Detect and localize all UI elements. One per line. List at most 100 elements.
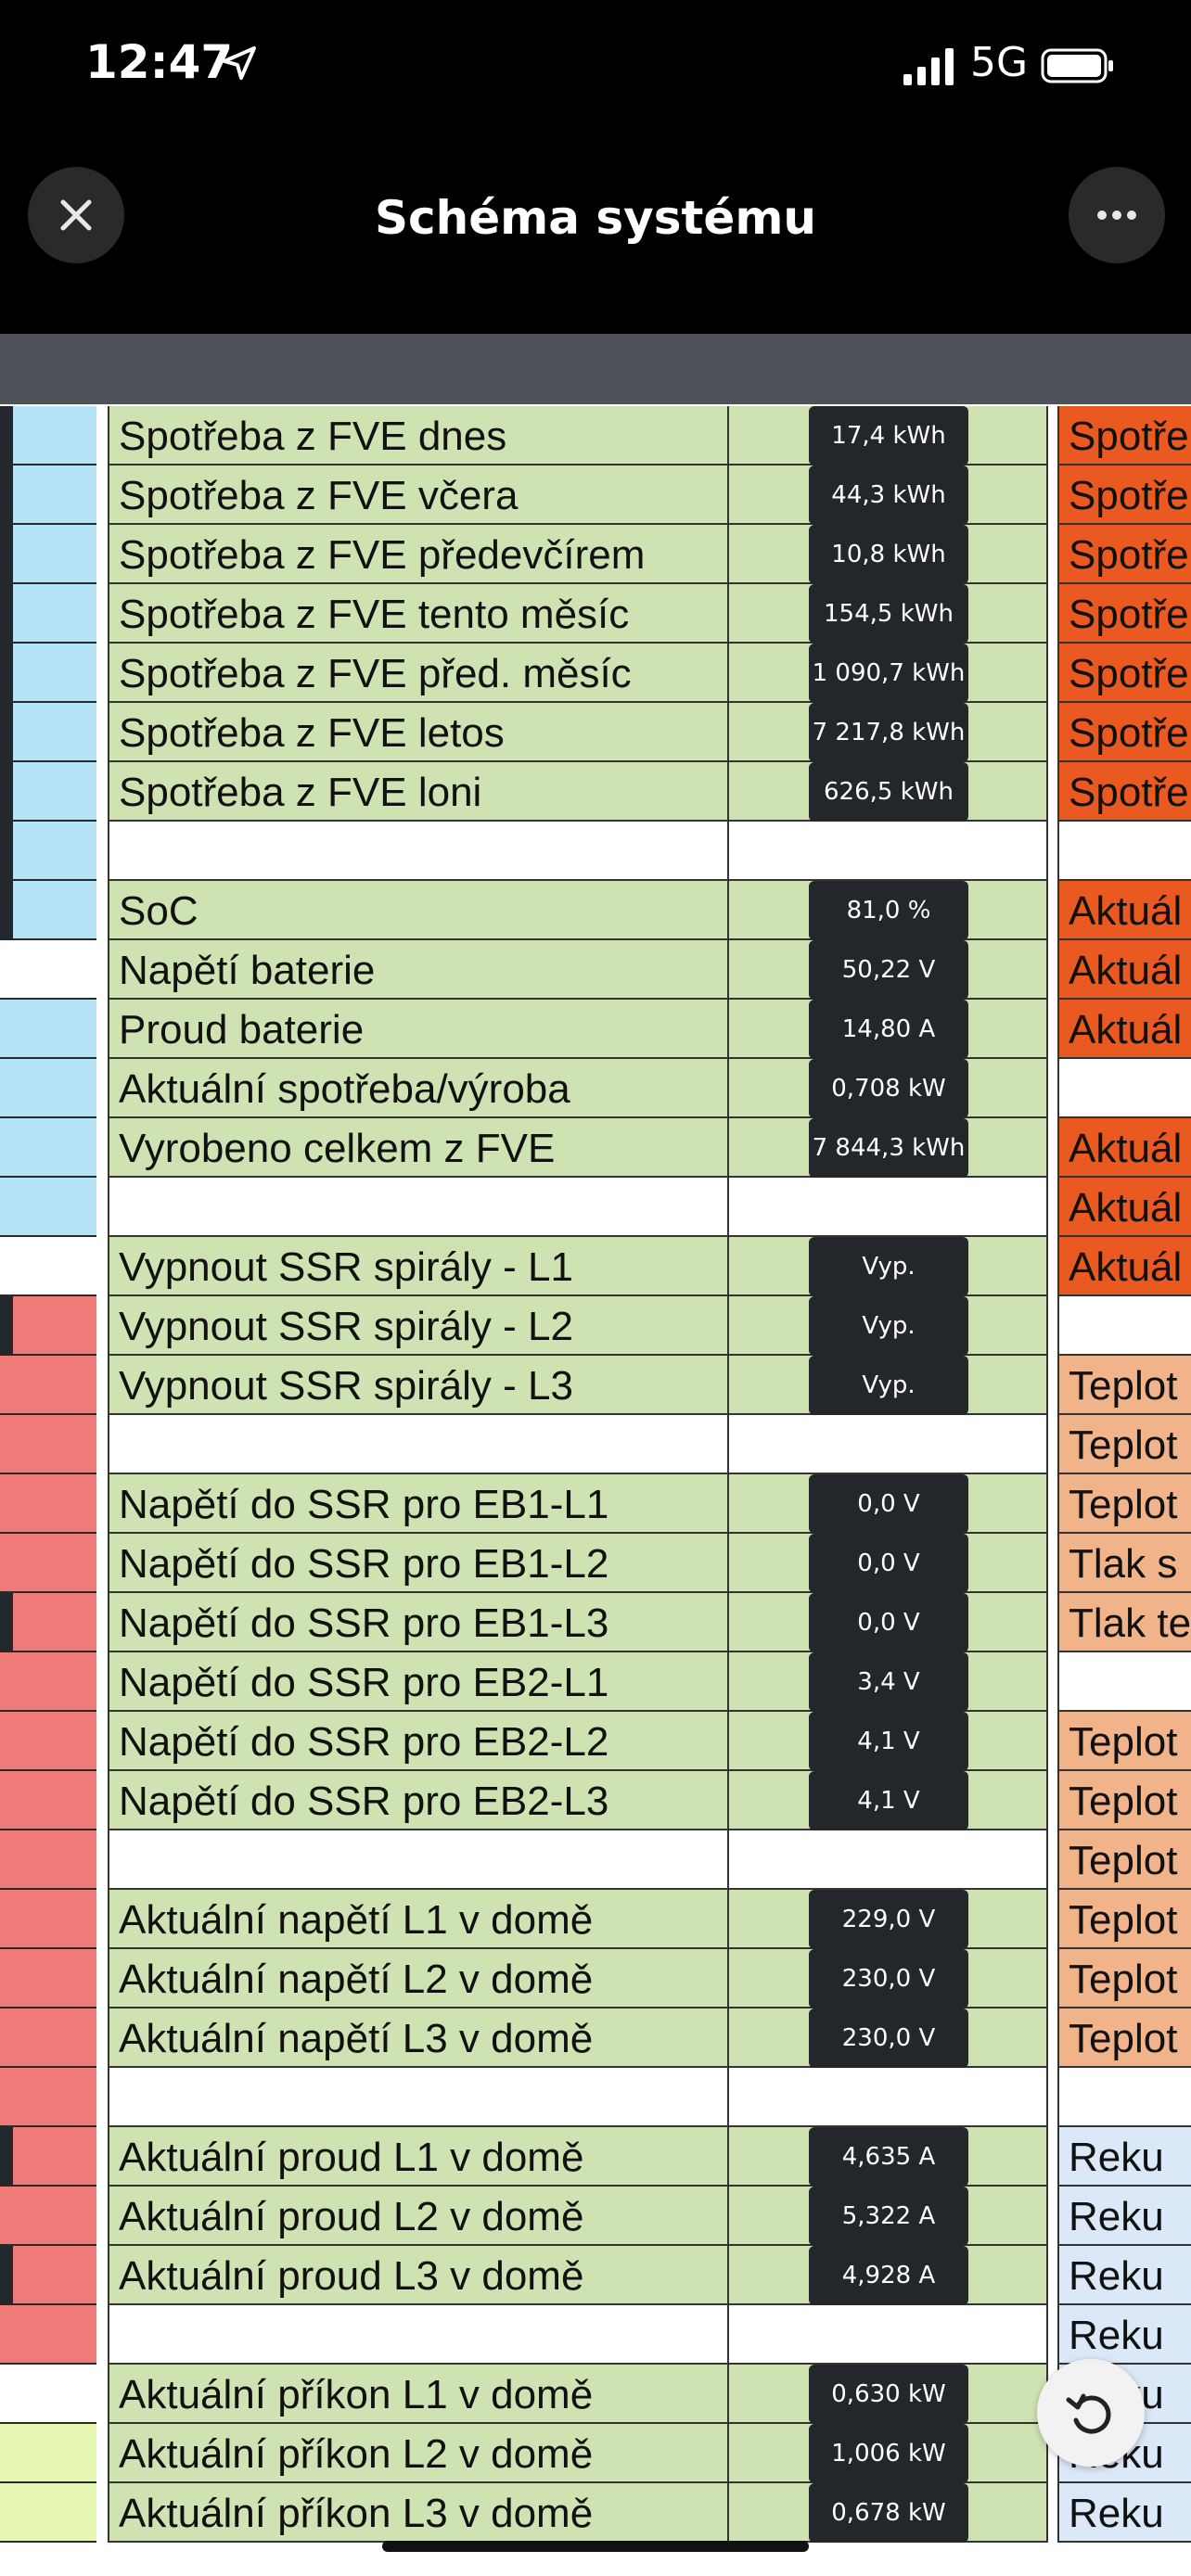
refresh-button[interactable]: [1037, 2359, 1145, 2467]
right-column-cell: Reku: [1057, 2305, 1191, 2365]
right-column-cell: [1057, 2068, 1191, 2127]
right-column-cell: Aktuál: [1057, 1178, 1191, 1237]
table-row: Napětí do SSR pro EB1-L1 0,0 V Teplot: [0, 1474, 1191, 1534]
value-pill[interactable]: 0,630 kW: [809, 2365, 968, 2424]
row-value-cell: [727, 822, 1048, 881]
value-pill[interactable]: 17,4 kWh: [809, 406, 968, 465]
value-pill[interactable]: 0,0 V: [809, 1474, 968, 1534]
row-value-cell: 4,635 A: [727, 2127, 1048, 2187]
value-pill[interactable]: Vyp.: [809, 1296, 968, 1356]
row-label-cell: Napětí baterie: [108, 940, 727, 1000]
viewer-toolbar-strip: [0, 334, 1191, 404]
row-value-cell: 17,4 kWh: [727, 406, 1048, 465]
left-color-cell: [0, 2127, 96, 2187]
value-pill[interactable]: 10,8 kWh: [809, 525, 968, 584]
table-row: Spotřeba z FVE předevčírem 10,8 kWh Spotře: [0, 525, 1191, 584]
right-column-label: Teplot: [1069, 1957, 1178, 2002]
value-pill[interactable]: 7 844,3 kWh: [809, 1118, 968, 1178]
right-column-cell: Teplot: [1057, 1415, 1191, 1474]
value-pill[interactable]: 4,1 V: [809, 1712, 968, 1771]
value-pill[interactable]: 81,0 %: [809, 881, 968, 940]
left-color-cell: [0, 1237, 96, 1296]
row-label-cell: Aktuální příkon L1 v domě: [108, 2365, 727, 2424]
row-label-cell: Spotřeba z FVE včera: [108, 465, 727, 525]
left-color-cell: [0, 1474, 96, 1534]
right-column-cell: Aktuál: [1057, 881, 1191, 940]
right-column-cell: Reku: [1057, 2127, 1191, 2187]
row-value-cell: 0,0 V: [727, 1474, 1048, 1534]
value-pill[interactable]: Vyp.: [809, 1356, 968, 1415]
value-pill[interactable]: 7 217,8 kWh: [809, 703, 968, 762]
table-row: SoC 81,0 % Aktuál: [0, 881, 1191, 940]
system-schema-table[interactable]: Spotřeba z FVE dnes 17,4 kWh Spotře Spotřeb…: [0, 404, 1191, 2576]
right-column-label: Tlak s: [1069, 1541, 1178, 1587]
row-label-cell: Napětí do SSR pro EB1-L3: [108, 1593, 727, 1652]
right-column-cell: Teplot: [1057, 1890, 1191, 1949]
value-pill[interactable]: 0,0 V: [809, 1593, 968, 1652]
table-row: Spotřeba z FVE před. měsíc 1 090,7 kWh Spo…: [0, 644, 1191, 703]
row-label-cell: Aktuální napětí L1 v domě: [108, 1890, 727, 1949]
value-pill[interactable]: 50,22 V: [809, 940, 968, 1000]
right-column-label: Spotře: [1069, 651, 1189, 696]
more-options-button[interactable]: [1069, 167, 1165, 263]
value-pill[interactable]: 1 090,7 kWh: [809, 644, 968, 703]
value-pill[interactable]: 44,3 kWh: [809, 465, 968, 525]
left-color-cell: [0, 1534, 96, 1593]
table-row: Aktuální napětí L1 v domě 229,0 V Teplot: [0, 1890, 1191, 1949]
network-type: 5G: [970, 39, 1029, 86]
value-pill[interactable]: 0,0 V: [809, 1534, 968, 1593]
refresh-icon: [1066, 2393, 1111, 2434]
right-column-label: Teplot: [1069, 1779, 1178, 1824]
value-pill[interactable]: 1,006 kW: [809, 2424, 968, 2483]
right-column-label: Reku: [1069, 2253, 1164, 2299]
row-label-cell: Proud baterie: [108, 1000, 727, 1059]
right-column-label: Spotře: [1069, 770, 1189, 815]
table-row: Napětí do SSR pro EB2-L2 4,1 V Teplot: [0, 1712, 1191, 1771]
left-color-cell: [0, 2305, 96, 2365]
value-pill[interactable]: 0,678 kW: [809, 2483, 968, 2543]
left-color-cell: [0, 406, 96, 465]
row-label: Aktuální spotřeba/výroba: [119, 1066, 570, 1112]
value-pill[interactable]: 626,5 kWh: [809, 762, 968, 822]
row-label-cell: Napětí do SSR pro EB2-L1: [108, 1652, 727, 1712]
left-color-cell: [0, 2187, 96, 2246]
row-value-cell: [727, 1830, 1048, 1890]
table-row: Teplot: [0, 1415, 1191, 1474]
left-color-cell: [0, 465, 96, 525]
row-value-cell: 7 844,3 kWh: [727, 1118, 1048, 1178]
row-label-cell: [108, 1830, 727, 1890]
right-column-label: Teplot: [1069, 1838, 1178, 1883]
row-value-cell: 230,0 V: [727, 2009, 1048, 2068]
value-pill[interactable]: 5,322 A: [809, 2187, 968, 2246]
row-value-cell: 1 090,7 kWh: [727, 644, 1048, 703]
row-label-cell: Aktuální příkon L2 v domě: [108, 2424, 727, 2483]
value-pill[interactable]: 4,928 A: [809, 2246, 968, 2305]
value-pill[interactable]: 230,0 V: [809, 1949, 968, 2009]
value-pill[interactable]: 229,0 V: [809, 1890, 968, 1949]
table-row: Aktuální proud L1 v domě 4,635 A Reku: [0, 2127, 1191, 2187]
row-value-cell: 230,0 V: [727, 1949, 1048, 2009]
right-column-cell: Aktuál: [1057, 1118, 1191, 1178]
row-label-cell: [108, 822, 727, 881]
value-pill[interactable]: 230,0 V: [809, 2009, 968, 2068]
right-column-label: Aktuál: [1069, 948, 1183, 993]
value-pill[interactable]: 3,4 V: [809, 1652, 968, 1712]
right-column-label: Reku: [1069, 2491, 1164, 2536]
value-pill[interactable]: 0,708 kW: [809, 1059, 968, 1118]
value-pill[interactable]: Vyp.: [809, 1237, 968, 1296]
right-column-cell: Teplot: [1057, 1474, 1191, 1534]
left-color-cell: [0, 2246, 96, 2305]
table-row: Aktuální příkon L1 v domě0,630 kWReku: [0, 2365, 1191, 2424]
right-column-cell: Spotře: [1057, 584, 1191, 644]
left-color-cell: [0, 1830, 96, 1890]
row-label-cell: Spotřeba z FVE tento měsíc: [108, 584, 727, 644]
table-row: Aktuální napětí L3 v domě 230,0 V Teplot: [0, 2009, 1191, 2068]
row-label-cell: Spotřeba z FVE loni: [108, 762, 727, 822]
value-pill[interactable]: 14,80 A: [809, 1000, 968, 1059]
value-pill[interactable]: 4,1 V: [809, 1771, 968, 1830]
table-row: Teplot: [0, 1830, 1191, 1890]
right-column-label: Teplot: [1069, 2016, 1178, 2061]
row-label-cell: Aktuální příkon L3 v domě: [108, 2483, 727, 2543]
value-pill[interactable]: 154,5 kWh: [809, 584, 968, 644]
value-pill[interactable]: 4,635 A: [809, 2127, 968, 2187]
